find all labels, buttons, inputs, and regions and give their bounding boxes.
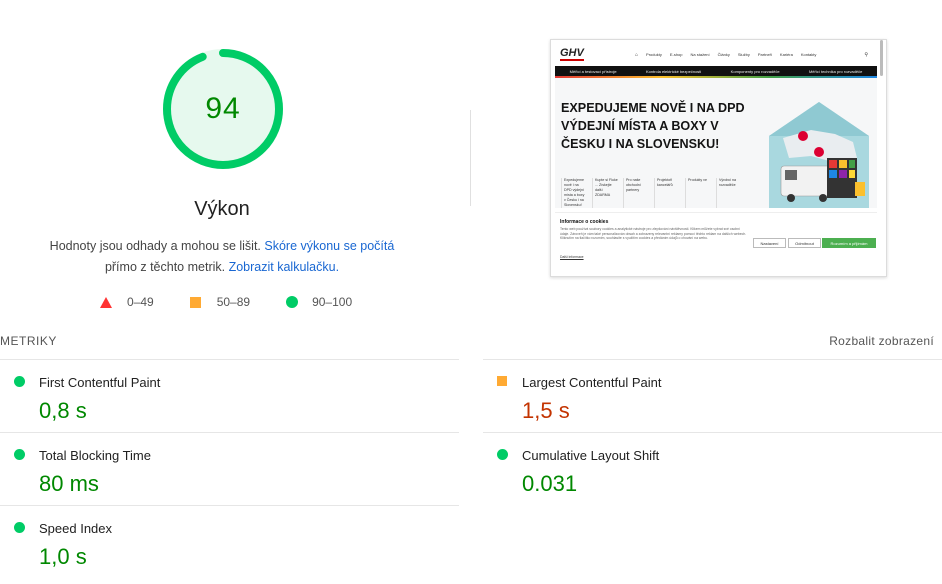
metric-speed-index: Speed Index 1,0 s [0, 507, 440, 577]
legend-item-fail: 0–49 [100, 295, 154, 309]
show-calculator-link[interactable]: Zobrazit kalkulačku. [229, 260, 339, 274]
metric-largest-contentful-paint: Largest Contentful Paint 1,5 s [483, 361, 923, 431]
screenshot-scrollbar [880, 40, 883, 76]
summary-text-2: přímo z těchto metrik. [104, 260, 229, 274]
screenshot-cookie-text: Tento web používá soubory cookies a anal… [560, 227, 747, 241]
screenshot-cookie-title: Informace o cookies [560, 219, 609, 225]
search-icon: ⚲ [864, 52, 869, 58]
triangle-icon [100, 296, 112, 308]
metric-indicator [14, 449, 25, 460]
circle-icon [497, 449, 508, 460]
square-icon [189, 296, 201, 308]
screenshot-menu-item: Články [717, 52, 730, 57]
metrics-divider [483, 359, 942, 360]
home-icon: ⌂ [635, 52, 639, 58]
expand-view-toggle[interactable]: Rozbalit zobrazení [829, 334, 934, 348]
screenshot-reject-button: Odmítnout [788, 238, 821, 248]
metrics-divider [483, 432, 942, 433]
screenshot-menu-item: E-shop [669, 52, 683, 57]
circle-icon [14, 449, 25, 460]
metric-indicator [14, 522, 25, 533]
screenshot-news-links: Expedujeme nově i na DPD výdejní místa a… [561, 178, 742, 208]
circle-icon [286, 296, 299, 308]
legend-label-fail: 0–49 [127, 295, 154, 309]
performance-score-value: 94 [205, 92, 241, 125]
screenshot-news-link: Produkty ve [685, 178, 711, 208]
circle-icon [14, 376, 25, 387]
screenshot-menu-item: Partneři [757, 52, 772, 57]
metric-name: First Contentful Paint [39, 375, 161, 390]
performance-score-title: Výkon [194, 198, 250, 220]
metric-name: Cumulative Layout Shift [522, 448, 660, 463]
metric-name: Total Blocking Time [39, 448, 151, 463]
screenshot-news-link: Projektoři kancelářů [654, 178, 680, 208]
circle-icon [14, 522, 25, 533]
metric-indicator [497, 449, 508, 460]
metric-value: 80 ms [39, 471, 99, 496]
screenshot-menu: ⌂ Produkty E-shop Na stažení Články Služ… [635, 52, 868, 58]
metrics-divider [0, 505, 459, 506]
screenshot-accept-button: Rozumím a přijímám [822, 238, 876, 248]
performance-score-gauge: 94 [162, 48, 284, 170]
square-icon [497, 376, 507, 386]
score-calc-link[interactable]: Skóre výkonu se počítá [264, 239, 394, 253]
metrics-divider [0, 432, 459, 433]
screenshot-headline: EXPEDUJEME NOVĚ I NA DPD VÝDEJNÍ MÍSTA A… [561, 101, 745, 151]
score-summary: Hodnoty jsou odhady a mohou se lišit. Sk… [32, 236, 412, 278]
metrics-heading: METRIKY [0, 334, 57, 348]
score-legend: 0–49 50–89 90–100 [100, 295, 352, 309]
metric-indicator [14, 376, 25, 387]
legend-item-pass: 90–100 [286, 295, 352, 309]
metric-value: 0.031 [522, 471, 578, 496]
screenshot-cookie-link: Další informace [560, 255, 584, 259]
metric-name: Speed Index [39, 521, 113, 536]
screenshot-menu-item: Na stažení [690, 52, 710, 57]
screenshot-menu-item: Služby [737, 52, 750, 57]
screenshot-news-link: Kupte si Fluke ... Získejte další ZDARMA [592, 178, 618, 208]
screenshot-bar-item: Kontrola elektrické bezpečnosti [645, 68, 702, 74]
screenshot-bar-item: Měřicí a testovací přístroje [569, 68, 617, 74]
vertical-divider [470, 110, 471, 206]
final-screenshot[interactable]: GHV ⌂ Produkty E-shop Na stažení Články … [550, 39, 887, 277]
legend-label-pass: 90–100 [312, 295, 353, 309]
metric-total-blocking-time: Total Blocking Time 80 ms [0, 434, 440, 504]
screenshot-settings-button: Nastavení [753, 238, 786, 248]
screenshot-category-bar: Měřicí a testovací přístroje Kontrola el… [555, 66, 877, 76]
screenshot-menu-item: Kontakty [800, 52, 817, 57]
dpd-van-illustration [769, 102, 869, 208]
screenshot-menu-item: Produkty [646, 52, 662, 57]
screenshot-news-link: Expedujeme nově i na DPD výdejní místa a… [561, 178, 587, 208]
metric-cumulative-layout-shift: Cumulative Layout Shift 0.031 [483, 434, 923, 504]
metric-name: Largest Contentful Paint [522, 375, 662, 390]
screenshot-news-link: Pro naše obchodní partnery [623, 178, 649, 208]
screenshot-bar-item: Měřicí technika pro rozvaděče [808, 68, 863, 74]
summary-text-1: Hodnoty jsou odhady a mohou se lišit. [49, 239, 265, 253]
legend-item-average: 50–89 [189, 295, 251, 309]
legend-label-average: 50–89 [216, 295, 251, 309]
metric-value: 1,0 s [39, 544, 87, 569]
screenshot-site-header: GHV ⌂ Produkty E-shop Na stažení Články … [551, 40, 879, 66]
metric-first-contentful-paint: First Contentful Paint 0,8 s [0, 361, 440, 431]
metric-value: 0,8 s [39, 398, 87, 423]
metric-value: 1,5 s [522, 398, 570, 423]
screenshot-bar-item: Komponenty pro rozvaděče [730, 68, 780, 74]
screenshot-cookie-banner: Informace o cookies Tento web používá so… [555, 212, 877, 268]
screenshot-menu-item: Kariéra [779, 52, 793, 57]
screenshot-news-link: Výrobci na rozvaděče [716, 178, 742, 208]
screenshot-logo: GHV [560, 47, 584, 61]
metrics-divider [0, 359, 459, 360]
metric-indicator [497, 376, 507, 386]
